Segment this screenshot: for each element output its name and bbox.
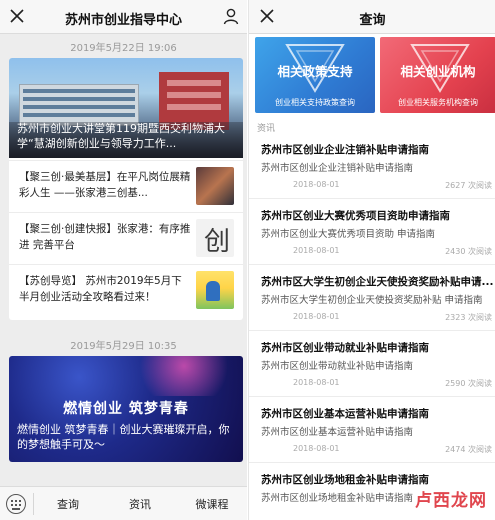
bottom-menu-bar: 查询 资讯 微课程 [0,486,247,520]
banner-title: 相关政策支持 [277,64,353,79]
article-views: 2323 次阅读 [445,313,492,322]
account-title: 苏州市创业指导中心 [64,13,182,28]
article-title: 苏州市区创业场地租金补贴申请指南 [261,474,429,486]
article-date: 2018-08-01 [293,378,340,387]
article-summary: 苏州市区创业大赛优秀项目资助 申请指南 [261,229,436,240]
article-views: 2474 次阅读 [445,445,492,454]
article-summary: 苏州市区创业企业注销补贴申请指南 [261,163,414,174]
article-views: 2590 次阅读 [445,379,492,388]
article-summary: 苏州市区创业场地租金补贴申请指南 [261,493,414,504]
profile-icon[interactable] [223,8,239,25]
message-timestamp: 2019年5月29日 10:35 [70,341,177,352]
article-title: 苏州市区创业大赛优秀项目资助申请指南 [261,210,450,222]
keyboard-icon[interactable] [6,494,26,514]
article-summary: 苏州市区创业带动就业补贴申请指南 [261,361,414,372]
article-summary: 苏州市区大学生初创企业天使投资奖励补贴 申请指南 [261,295,483,306]
article-title: 苏州市区大学生初创企业天使投资奖励补贴申请... [261,276,494,288]
page-title: 查询 [359,13,386,28]
hero-article[interactable]: 苏州市创业大讲堂第119期暨西交利物浦大学“慧湖创新创业与领导力工作... [9,58,243,158]
menu-tab-query[interactable]: 查询 [38,496,98,512]
account-feed-panel: 苏州市创业指导中心 2019年5月22日 19:06 苏州市创业大讲堂第119期… [0,0,247,520]
policy-support-banner[interactable]: 相关政策支持 创业相关支持政策查询 [255,37,375,113]
message-timestamp: 2019年5月22日 19:06 [70,43,177,54]
article-thumbnail: 创 [196,219,234,257]
hero-slogan: 燃情创业 筑梦青春 [63,401,189,417]
menu-tab-courses[interactable]: 微课程 [182,496,242,512]
list-item[interactable]: 苏州市区创业带动就业补贴申请指南 苏州市区创业带动就业补贴申请指南 2018-0… [249,331,495,397]
article-date: 2018-08-01 [293,444,340,453]
list-item[interactable]: 苏州市区创业基本运营补贴申请指南 苏州市区创业基本运营补贴申请指南 2018-0… [249,397,495,463]
message-card: 燃情创业 筑梦青春 燃情创业 筑梦青春｜创业大赛璀璨开启，你的梦想触手可及～ [9,356,243,462]
message-card: 苏州市创业大讲堂第119期暨西交利物浦大学“慧湖创新创业与领导力工作... 【聚… [9,58,243,320]
article-date: 2018-08-01 [293,312,340,321]
article-views: 2430 次阅读 [445,247,492,256]
startup-agencies-banner[interactable]: 相关创业机构 创业相关服务机构查询 [380,37,495,113]
article-thumbnail [196,167,234,205]
hero-caption: 苏州市创业大讲堂第119期暨西交利物浦大学“慧湖创新创业与领导力工作... [17,122,225,150]
article-title: 【聚三创·创建快报】张家港：有序推进 完善平台 [19,223,191,251]
banner-subtitle: 创业相关服务机构查询 [398,98,478,107]
article-date: 2018-08-01 [293,180,340,189]
list-item[interactable]: 苏州市区大学生初创企业天使投资奖励补贴申请... 苏州市区大学生初创企业天使投资… [249,265,495,331]
query-page-panel: 查询 相关政策支持 创业相关支持政策查询 相关创业机构 创业相关服务机构查询 资… [248,0,495,520]
article-title: 苏州市区创业带动就业补贴申请指南 [261,342,429,354]
menu-tab-news[interactable]: 资讯 [110,496,170,512]
hero-article[interactable]: 燃情创业 筑梦青春 燃情创业 筑梦青春｜创业大赛璀璨开启，你的梦想触手可及～ [9,356,243,462]
article-title: 【苏创导览】 苏州市2019年5月下半月创业活动全攻略看过来！ [19,275,182,303]
banner-subtitle: 创业相关支持政策查询 [275,98,355,107]
site-watermark: 卢西龙网 [399,486,487,514]
list-item[interactable]: 【聚三创·最美基层】在平凡岗位展精彩人生 ——张家港三创基... [9,160,243,210]
banner-title: 相关创业机构 [400,64,476,79]
article-date: 2018-08-01 [293,246,340,255]
article-thumbnail [196,271,234,309]
list-item[interactable]: 【苏创导览】 苏州市2019年5月下半月创业活动全攻略看过来！ [9,264,243,314]
article-title: 【聚三创·最美基层】在平凡岗位展精彩人生 ——张家港三创基... [19,171,191,199]
list-item[interactable]: 【聚三创·创建快报】张家港：有序推进 完善平台 创 [9,212,243,262]
list-item[interactable]: 苏州市区创业大赛优秀项目资助申请指南 苏州市区创业大赛优秀项目资助 申请指南 2… [249,199,495,265]
hero-caption: 燃情创业 筑梦青春｜创业大赛璀璨开启，你的梦想触手可及～ [17,423,230,451]
query-header: 查询 [249,0,495,34]
article-title: 苏州市区创业企业注销补贴申请指南 [261,144,429,156]
list-item[interactable]: 苏州市区创业企业注销补贴申请指南 苏州市区创业企业注销补贴申请指南 2018-0… [249,133,495,199]
article-views: 2627 次阅读 [445,181,492,190]
feed-header: 苏州市创业指导中心 [0,0,247,34]
article-summary: 苏州市区创业基本运营补贴申请指南 [261,427,414,438]
watermark-text: 卢西龙网 [415,491,487,511]
article-title: 苏州市区创业基本运营补贴申请指南 [261,408,429,420]
